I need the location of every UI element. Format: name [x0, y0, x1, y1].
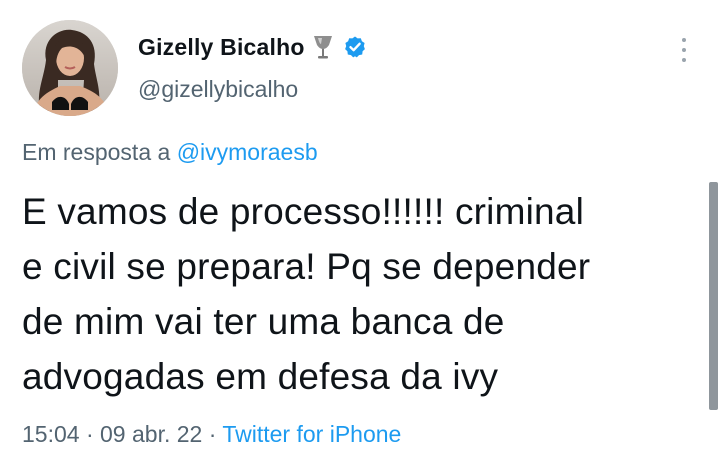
author-handle[interactable]: @gizellybicalho: [138, 76, 298, 103]
author-display-name[interactable]: Gizelly Bicalho: [138, 34, 305, 61]
trophy-icon: [311, 34, 335, 60]
tweet-text-line: de mim vai ter uma banca de: [22, 301, 505, 342]
more-vertical-icon[interactable]: [676, 38, 692, 62]
verified-badge-icon: [343, 35, 367, 59]
meta-separator: ·: [79, 421, 101, 447]
meta-separator: ·: [202, 421, 223, 447]
tweet-text-line: advogadas em defesa da ivy: [22, 356, 499, 397]
reply-context: Em resposta a @ivymoraesb: [22, 139, 318, 166]
tweet-text: E vamos de processo!!!!!! criminal e civ…: [22, 184, 702, 404]
avatar-image: [22, 20, 118, 116]
scrollbar-thumb[interactable]: [709, 182, 718, 410]
reply-prefix: Em resposta a: [22, 139, 177, 165]
tweet-text-line: e civil se prepara! Pq se depender: [22, 246, 591, 287]
tweet-text-line: E vamos de processo!!!!!! criminal: [22, 191, 584, 232]
tweet-source-link[interactable]: Twitter for iPhone: [222, 421, 401, 447]
tweet-time[interactable]: 15:04: [22, 421, 80, 447]
dot-icon: [682, 48, 686, 52]
dot-icon: [682, 38, 686, 42]
reply-mention-link[interactable]: @ivymoraesb: [177, 139, 318, 165]
tweet-metadata: 15:04 · 09 abr. 22 · Twitter for iPhone: [22, 421, 401, 448]
avatar[interactable]: [22, 20, 118, 116]
tweet-date[interactable]: 09 abr. 22: [100, 421, 202, 447]
tweet-card: Gizelly Bicalho @gizellybicalho Em respo…: [0, 0, 721, 474]
dot-icon: [682, 58, 686, 62]
author-name-row: Gizelly Bicalho: [138, 30, 367, 64]
